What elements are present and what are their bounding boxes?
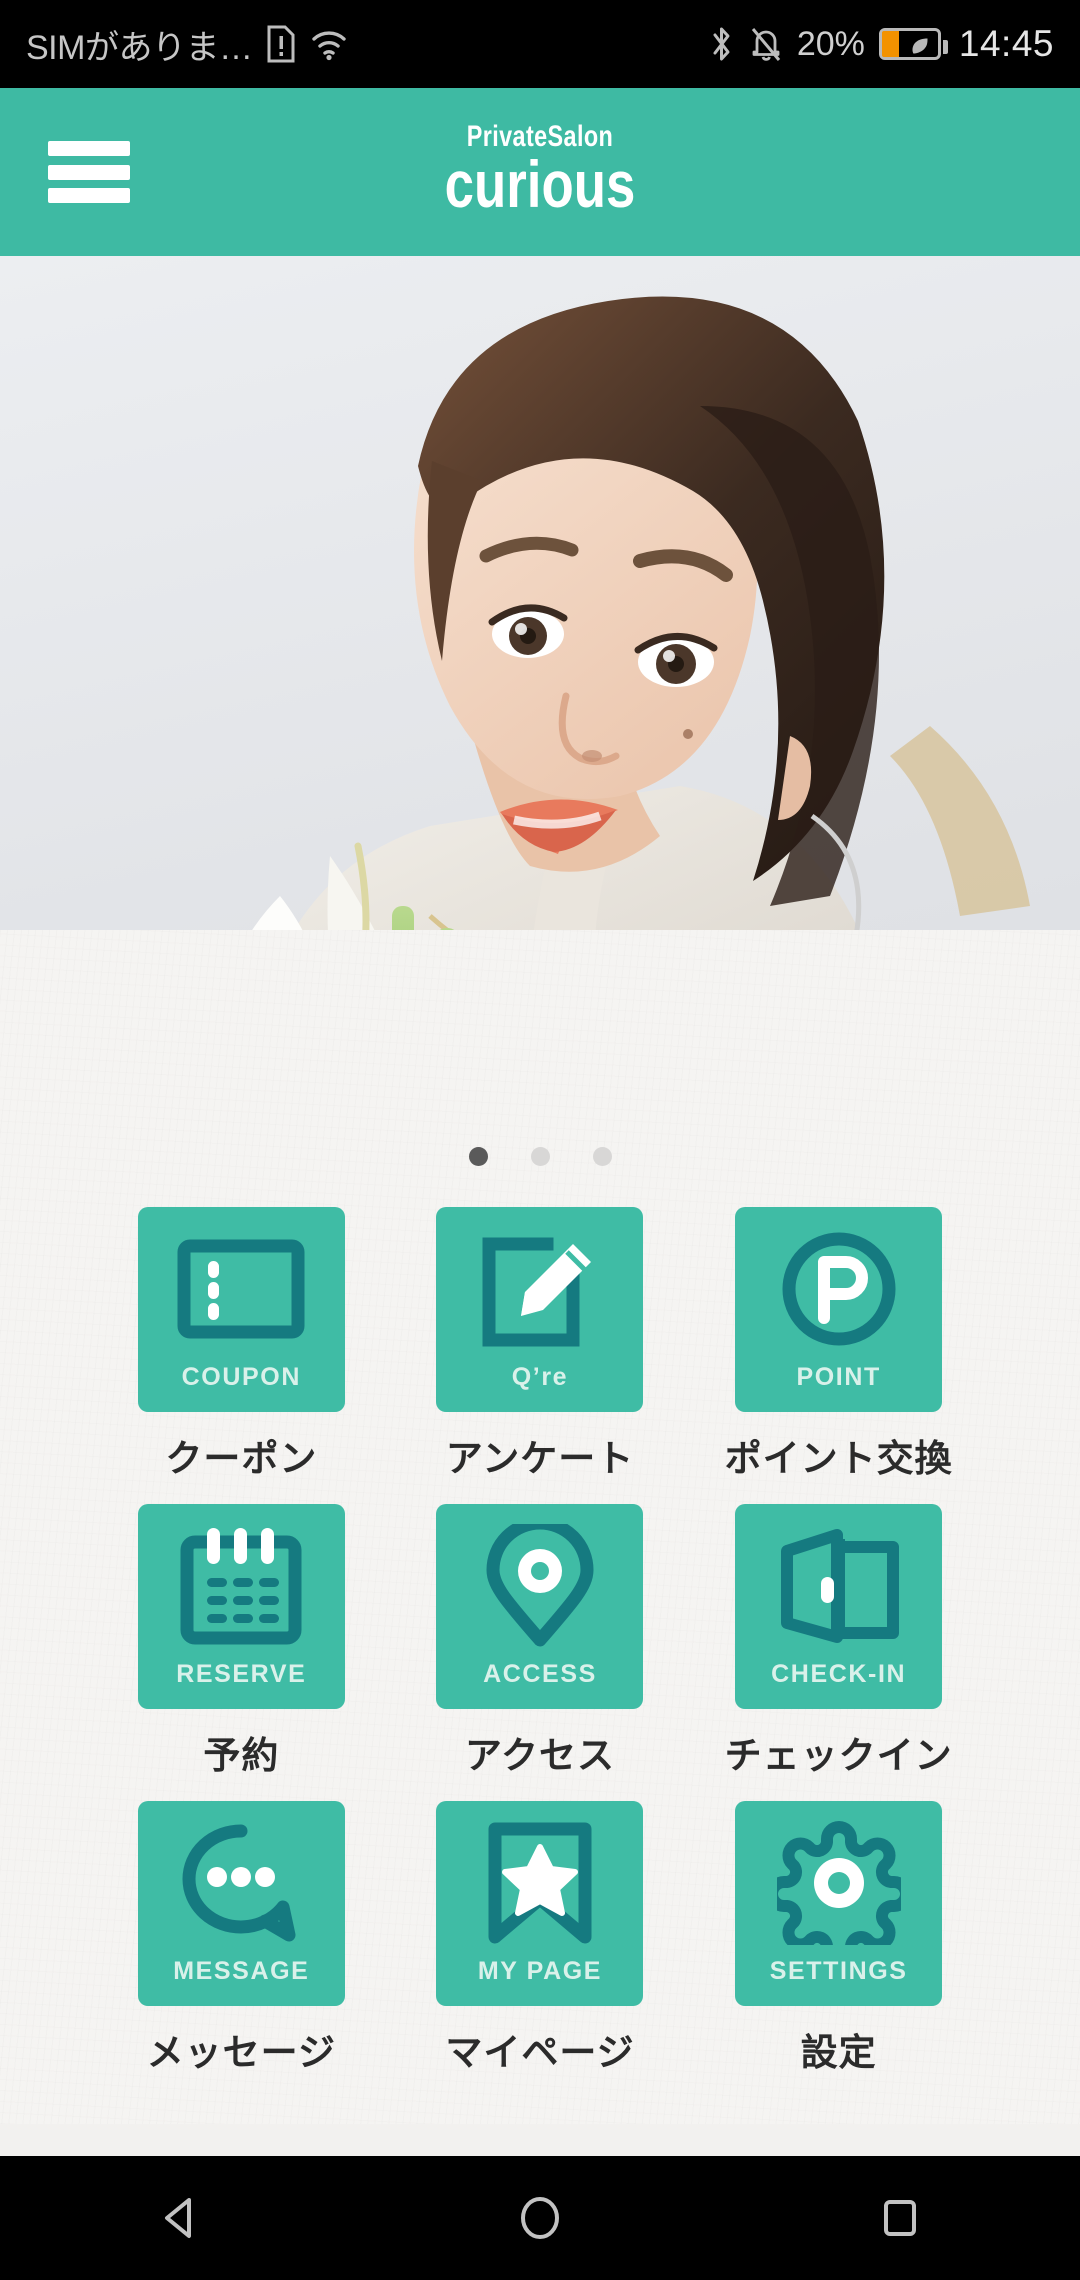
- recents-square-icon: [884, 2200, 916, 2236]
- open-door-icon: [777, 1524, 901, 1648]
- speech-bubble-icon: [179, 1821, 303, 1945]
- menu-item-questionnaire[interactable]: Q’re アンケート: [391, 1207, 690, 1482]
- gear-icon: [776, 1821, 901, 1945]
- settings-label: 設定: [800, 2032, 877, 2073]
- menu-item-reserve[interactable]: RESERVE 予約: [92, 1504, 391, 1779]
- reserve-label: 予約: [203, 1735, 280, 1776]
- status-bar: SIMがありま… 20% 14:45: [0, 0, 1080, 88]
- map-pin-icon: [485, 1524, 595, 1648]
- questionnaire-caption: Q’re: [511, 1363, 569, 1391]
- carousel-dots[interactable]: [0, 1147, 1080, 1166]
- access-label: アクセス: [464, 1735, 616, 1776]
- message-caption: MESSAGE: [173, 1957, 310, 1985]
- menu-grid: COUPON クーポン Q’re アンケート POINT ポイント交換 RESE…: [0, 1207, 1080, 2076]
- coupon-label: クーポン: [165, 1438, 318, 1479]
- android-navigation-bar: [0, 2156, 1080, 2280]
- checkin-tile[interactable]: CHECK-IN: [735, 1504, 943, 1709]
- back-triangle-icon: [165, 2198, 191, 2238]
- bookmark-star-icon: [485, 1821, 595, 1945]
- message-label: メッセージ: [146, 2032, 336, 2073]
- app-header: PrivateSalon curious: [0, 88, 1080, 256]
- home-button[interactable]: [480, 2156, 600, 2280]
- brand-logo: PrivateSalon curious: [421, 120, 659, 218]
- leaf-glyph: [912, 38, 928, 54]
- calendar-icon: [179, 1524, 303, 1648]
- carrier-label: SIMがありま…: [26, 28, 253, 67]
- recents-button[interactable]: [840, 2156, 960, 2280]
- clock-label: 14:45: [958, 23, 1054, 64]
- reserve-tile[interactable]: RESERVE: [137, 1504, 345, 1709]
- coupon-tile[interactable]: COUPON: [137, 1207, 345, 1412]
- carousel-dot-1[interactable]: [468, 1147, 488, 1166]
- hamburger-menu-icon[interactable]: [48, 141, 130, 203]
- status-bar-right: 20% 14:45: [709, 23, 1054, 65]
- questionnaire-label: アンケート: [445, 1438, 635, 1479]
- menu-item-settings[interactable]: SETTINGS 設定: [689, 1801, 988, 2076]
- brand-title: curious: [444, 147, 636, 221]
- mypage-label: マイページ: [445, 2032, 635, 2073]
- checkin-label: チェックイン: [724, 1735, 953, 1776]
- wifi-icon: [312, 31, 347, 61]
- access-caption: ACCESS: [483, 1660, 597, 1688]
- point-p-circle-icon: [780, 1227, 898, 1351]
- carousel-dot-3[interactable]: [592, 1147, 612, 1166]
- settings-tile[interactable]: SETTINGS: [735, 1801, 943, 2006]
- app-screen: SIMがありま… 20% 14:45 PrivateSalon curious …: [0, 0, 1080, 2280]
- menu-item-mypage[interactable]: MY PAGE マイページ: [391, 1801, 690, 2076]
- bell-mute-icon: [751, 28, 780, 61]
- battery-saver-icon: [878, 28, 948, 60]
- edit-pencil-icon: [481, 1227, 599, 1351]
- menu-item-message[interactable]: MESSAGE メッセージ: [92, 1801, 391, 2076]
- point-caption: POINT: [796, 1363, 881, 1391]
- menu-item-access[interactable]: ACCESS アクセス: [391, 1504, 690, 1779]
- carousel-dot-2[interactable]: [530, 1147, 550, 1166]
- message-tile[interactable]: MESSAGE: [137, 1801, 345, 2006]
- status-bar-left: SIMがありま…: [26, 20, 348, 69]
- menu-item-checkin[interactable]: CHECK-IN チェックイン: [689, 1504, 988, 1779]
- menu-item-point[interactable]: POINT ポイント交換: [689, 1207, 988, 1482]
- point-tile[interactable]: POINT: [735, 1207, 943, 1412]
- menu-item-coupon[interactable]: COUPON クーポン: [92, 1207, 391, 1482]
- mypage-caption: MY PAGE: [477, 1957, 603, 1985]
- coupon-caption: COUPON: [181, 1363, 301, 1391]
- battery-percent-label: 20%: [796, 24, 865, 63]
- wave-divider: [0, 942, 1080, 1110]
- questionnaire-tile[interactable]: Q’re: [436, 1207, 644, 1412]
- mypage-tile[interactable]: MY PAGE: [436, 1801, 644, 2006]
- home-circle-icon: [521, 2197, 559, 2239]
- sim-alert-icon: [267, 25, 295, 63]
- ticket-icon: [177, 1227, 305, 1351]
- checkin-caption: CHECK-IN: [771, 1660, 907, 1688]
- access-tile[interactable]: ACCESS: [436, 1504, 644, 1709]
- point-label: ポイント交換: [724, 1438, 953, 1479]
- reserve-caption: RESERVE: [176, 1660, 307, 1688]
- settings-caption: SETTINGS: [769, 1957, 908, 1985]
- bluetooth-icon: [713, 27, 730, 61]
- back-button[interactable]: [120, 2156, 240, 2280]
